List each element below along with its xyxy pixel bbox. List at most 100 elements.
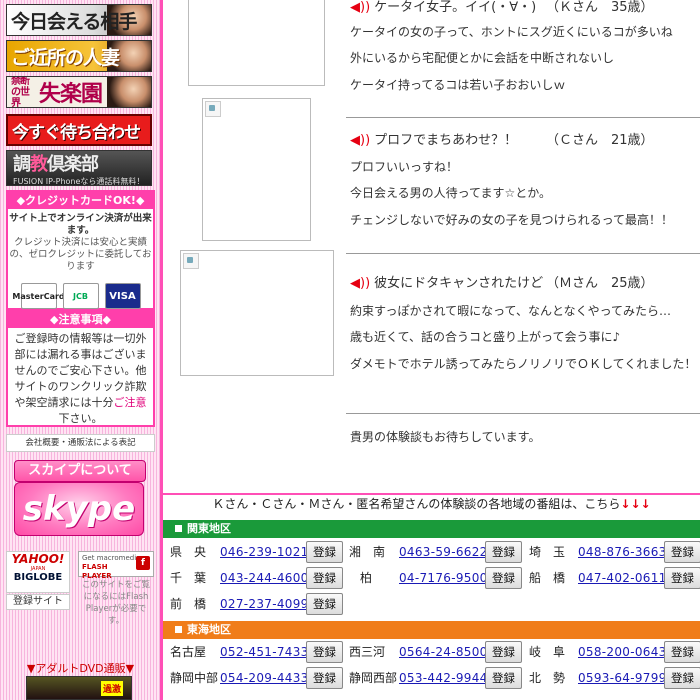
phone-number-link[interactable]: 0564-24-8500 (399, 640, 488, 664)
area-name: 静岡中部 (170, 671, 219, 685)
company-info-link[interactable]: 会社概要・通販法による表記 (6, 434, 155, 452)
experience-line: プロフいいっすね！ (350, 160, 459, 174)
get-flash-player-badge[interactable]: Get macromedia FLASH PLAYER f (78, 551, 154, 580)
phone-number-link[interactable]: 048-876-3663 (578, 540, 667, 564)
register-button[interactable]: 登録 (664, 567, 700, 589)
banner-meetup-now-label: 今すぐ待ち合わせ (12, 122, 141, 143)
about-skype-link[interactable]: スカイプについて (14, 460, 146, 482)
experience-title-text: 彼女にドタキャンされたけど (374, 276, 544, 291)
notice-heading: ◆注意事項◆ (8, 311, 153, 328)
experience-title-text: プロフでまちあわせ？！ (374, 133, 518, 148)
register-button[interactable]: 登録 (485, 667, 522, 689)
banner-training-club-label-b: 教 (30, 153, 48, 175)
experience-author: （Ｍさん 25歳） (546, 276, 654, 291)
phone-number-link[interactable]: 047-402-0611 (578, 566, 667, 590)
megaphone-icon: ◀)) (350, 276, 371, 291)
banner-training-club-label: 調教倶楽部 (13, 151, 99, 176)
down-arrows-icon: ↓↓↓ (620, 497, 651, 511)
sidebar-divider (160, 0, 163, 700)
banner-paradise-lost[interactable]: 禁断の世界 失楽園 (6, 76, 152, 108)
area-name: 県 央 (170, 545, 207, 559)
experience-author: （Ｃさん 21歳） (546, 133, 654, 148)
phone-number-link[interactable]: 046-239-1021 (220, 540, 309, 564)
register-button[interactable]: 登録 (485, 641, 522, 663)
phone-number-link[interactable]: 043-244-4600 (220, 566, 309, 590)
phone-number-link[interactable]: 054-209-4433 (220, 666, 309, 690)
photo-placeholder (188, 0, 325, 86)
experience-line: 約束すっぽかされて暇になって、なんとなくやってみたら… (350, 304, 672, 318)
yahoo-biglobe-badge[interactable]: YAHOO! JAPAN BIGLOBE (6, 551, 70, 593)
visa-logo: VISA (104, 283, 141, 309)
register-button[interactable]: 登録 (306, 541, 343, 563)
experience-author: （Ｋさん 35歳） (546, 0, 654, 15)
area-name: 名古屋 (170, 645, 207, 659)
biglobe-logo: BIGLOBE (13, 572, 63, 583)
banner-training-club-sub: FUSION IP-Phoneなら通話料無料！ (13, 176, 145, 186)
experience-line: 歳も近くて、話の合うコと盛り上がって会う事に♪ (350, 330, 621, 344)
megaphone-icon: ◀)) (350, 133, 371, 148)
card-logos: MasterCard JCB VISA (8, 283, 153, 309)
mastercard-logo: MasterCard (12, 283, 65, 309)
register-button[interactable]: 登録 (664, 667, 700, 689)
yahoo-logo: YAHOO! (11, 552, 65, 566)
banner-meet-today[interactable]: 今日会える相手 (6, 4, 152, 36)
phone-number-link[interactable]: 0593-64-9799 (578, 666, 667, 690)
adult-dvd-link[interactable]: ▼アダルトDVD通販▼ (6, 660, 155, 676)
area-name: 前 橋 (170, 597, 207, 611)
phone-number-link[interactable]: 053-442-9944 (399, 666, 488, 690)
divider (346, 413, 700, 414)
area-name: 船 橋 (529, 571, 566, 585)
skype-logo[interactable]: skype (14, 482, 144, 536)
area-name: 埼 玉 (529, 545, 566, 559)
credit-card-lead: サイト上でオンライン決済が出来ます。 (9, 213, 152, 236)
register-button[interactable]: 登録 (485, 541, 522, 563)
banner-photo (107, 77, 151, 107)
experience-title: ◀)) ケータイ女子。イイ(・∀・) （Ｋさん 35歳） (350, 0, 654, 15)
phone-number-link[interactable]: 052-451-7433 (220, 640, 309, 664)
experience-title-text: ケータイ女子。イイ(・∀・) (374, 0, 537, 15)
megaphone-icon: ◀)) (350, 0, 371, 15)
phone-number-link[interactable]: 04-7176-9500 (399, 566, 488, 590)
region-headline: Ｋさん・Ｃさん・Ｍさん・匿名希望さんの体験談の各地域の番組は、こちら↓↓↓ (163, 495, 700, 513)
register-button[interactable]: 登録 (664, 541, 700, 563)
phone-number-link[interactable]: 0463-59-6622 (399, 540, 488, 564)
photo-placeholder (180, 250, 334, 376)
region-header-tokai: 東海地区 (163, 621, 700, 639)
square-bullet-icon (175, 524, 182, 532)
experience-line: 今日会える男の人待ってます☆とか。 (350, 186, 551, 200)
area-name: 西三河 (349, 645, 386, 659)
area-name: 湘 南 (349, 545, 386, 559)
experience-title: ◀)) プロフでまちあわせ？！ （Ｃさん 21歳） (350, 129, 654, 148)
photo-placeholder (202, 98, 311, 241)
notice-warning-text: ご注意 (113, 396, 147, 409)
register-button[interactable]: 登録 (306, 667, 343, 689)
phone-number-link[interactable]: 027-237-4099 (220, 592, 309, 616)
register-button[interactable]: 登録 (306, 593, 343, 615)
register-button[interactable]: 登録 (306, 641, 343, 663)
register-button[interactable]: 登録 (306, 567, 343, 589)
notice-text-end: 下さい。 (58, 412, 103, 425)
region-header-kanto: 関東地区 (163, 520, 700, 538)
dvd-banner[interactable]: 過激 (26, 676, 132, 700)
banner-meetup-now[interactable]: 今すぐ待ち合わせ (6, 114, 152, 146)
divider (346, 253, 700, 254)
banner-paradise-lost-small: 禁断の世界 (11, 76, 30, 108)
register-button[interactable]: 登録 (485, 567, 522, 589)
experience-line: ケータイ持ってるコは若い子おおいしｗ (350, 78, 566, 92)
area-name: 岐 阜 (529, 645, 566, 659)
area-name: 千 葉 (170, 571, 207, 585)
divider (346, 117, 700, 118)
notice-body: ご登録時の情報等は一切外部には漏れる事はございませんのでご安心下さい。他サイトの… (8, 328, 153, 430)
banner-neighbor-wife[interactable]: ご近所の人妻 (6, 40, 152, 72)
experience-line: チェンジしないで好みの女の子を見つけられるって最高！！ (350, 213, 674, 227)
registered-site-label: 登録サイト (6, 594, 70, 610)
phone-number-link[interactable]: 058-200-0643 (578, 640, 667, 664)
flash-note: このサイトをご覧になるにはFlash Playerが必要です。 (81, 580, 150, 626)
register-button[interactable]: 登録 (664, 641, 700, 663)
region-headline-text: Ｋさん・Ｃさん・Ｍさん・匿名希望さんの体験談の各地域の番組は、こちら (212, 497, 621, 511)
jcb-logo: JCB (62, 283, 99, 309)
region-name: 関東地区 (187, 522, 231, 535)
dvd-tag: 過激 (100, 681, 123, 696)
banner-training-club[interactable]: 調教倶楽部 FUSION IP-Phoneなら通話料無料！ (6, 150, 152, 186)
banner-training-club-label-c: 倶楽部 (47, 153, 99, 175)
